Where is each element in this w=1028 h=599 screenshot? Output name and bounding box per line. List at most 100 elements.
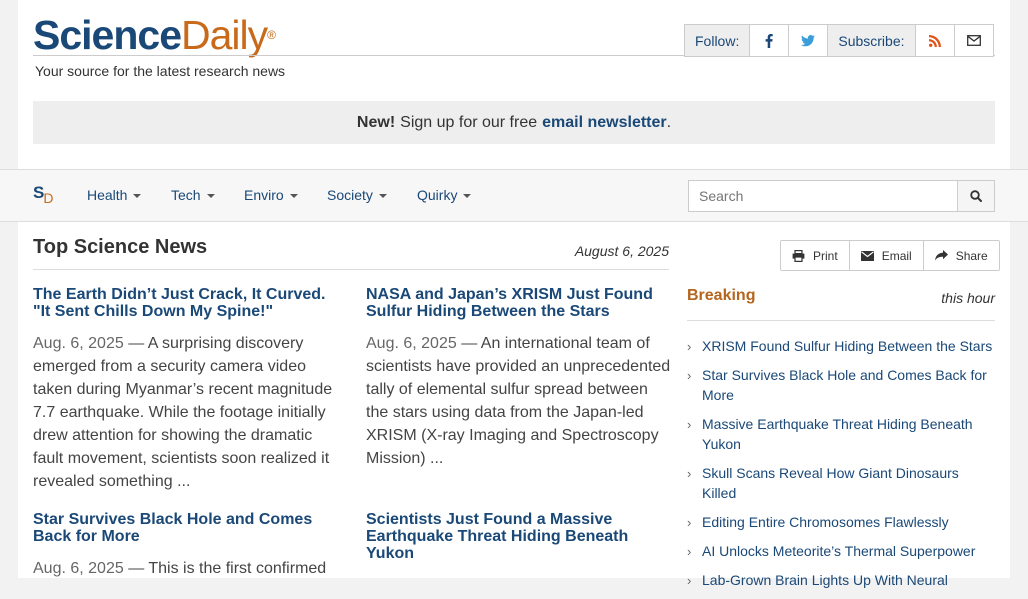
facebook-icon — [765, 33, 774, 48]
print-label: Print — [813, 248, 838, 263]
story-separator: — — [456, 335, 481, 352]
print-button[interactable]: Print — [781, 241, 850, 270]
breaking-link[interactable]: Massive Earthquake Threat Hiding Beneath… — [702, 416, 973, 452]
story-title-link[interactable]: The Earth Didn’t Just Crack, It Curved. … — [33, 286, 338, 320]
section-title: Top Science News — [33, 236, 208, 258]
share-button[interactable]: Share — [923, 241, 999, 270]
sciencedaily-logo[interactable]: ScienceDaily® — [33, 12, 276, 58]
email-label: Email — [881, 248, 912, 263]
breaking-link[interactable]: Skull Scans Reveal How Giant Dinosaurs K… — [702, 465, 959, 501]
section-divider — [33, 269, 669, 270]
envelope-icon — [966, 35, 981, 46]
list-item: › Lab-Grown Brain Lights Up With Neural — [687, 570, 995, 590]
facebook-button[interactable] — [750, 25, 790, 56]
breaking-title: Breaking — [687, 287, 756, 304]
story-summary: Aug. 6, 2025 — This is the first confirm… — [33, 557, 338, 580]
nav-enviro-label: Enviro — [244, 187, 284, 203]
email-share-button[interactable]: Email — [849, 241, 924, 270]
rss-icon — [928, 34, 941, 47]
breaking-link[interactable]: Lab-Grown Brain Lights Up With Neural — [702, 572, 948, 588]
main-navbar: SD Health Tech Enviro Society Quirky — [0, 169, 1028, 222]
story-separator: — — [123, 560, 149, 577]
story-card: Star Survives Black Hole and Comes Back … — [33, 511, 338, 580]
newsletter-link[interactable]: email newsletter — [542, 114, 667, 132]
chevron-right-icon: › — [687, 339, 692, 354]
breaking-link[interactable]: Star Survives Black Hole and Comes Back … — [702, 367, 987, 403]
list-item: › Massive Earthquake Threat Hiding Beneat… — [687, 414, 995, 454]
story-summary: Aug. 6, 2025 — A surprising discovery em… — [33, 332, 338, 493]
newsletter-text: Sign up for our free — [400, 113, 538, 131]
search-button[interactable] — [957, 180, 995, 212]
breaking-list: › XRISM Found Sulfur Hiding Between the S… — [687, 336, 995, 599]
chevron-down-icon — [378, 194, 387, 199]
story-date: Aug. 6, 2025 — [33, 335, 124, 352]
nav-health[interactable]: Health — [87, 187, 142, 203]
chevron-down-icon — [463, 194, 472, 199]
nav-health-label: Health — [87, 187, 128, 203]
chevron-down-icon — [133, 194, 142, 199]
newsletter-banner: New! Sign up for our free email newslett… — [33, 101, 995, 144]
envelope-icon — [860, 250, 874, 261]
email-subscribe-button[interactable] — [955, 25, 993, 56]
list-item: › Skull Scans Reveal How Giant Dinosaurs … — [687, 463, 995, 503]
search-input[interactable] — [688, 180, 958, 212]
chevron-right-icon: › — [687, 368, 692, 383]
story-title-link[interactable]: NASA and Japan’s XRISM Just Found Sulfur… — [366, 286, 671, 320]
list-item: › Editing Entire Chromosomes Flawlessly — [687, 512, 995, 532]
logo-science: Science — [33, 12, 182, 58]
nav-quirky-label: Quirky — [417, 187, 458, 203]
tagline: Your source for the latest research news — [35, 63, 286, 79]
list-item: › Star Survives Black Hole and Comes Back… — [687, 365, 995, 405]
logo-registered: ® — [267, 28, 276, 42]
list-item: › AI Unlocks Meteorite’s Thermal Superpow… — [687, 541, 995, 561]
breaking-link[interactable]: XRISM Found Sulfur Hiding Between the St… — [702, 338, 992, 354]
list-item: › XRISM Found Sulfur Hiding Between the S… — [687, 336, 995, 356]
subscribe-label: Subscribe: — [828, 25, 916, 56]
story-text: A surprising discovery emerged from a se… — [33, 335, 333, 490]
chevron-down-icon — [206, 194, 215, 199]
twitter-button[interactable] — [789, 25, 829, 56]
sd-home-logo[interactable]: SD — [33, 183, 54, 206]
newsletter-new-label: New! — [356, 113, 396, 131]
chevron-right-icon: › — [687, 544, 692, 559]
logo-daily: Daily — [181, 12, 268, 58]
story-separator: — — [123, 335, 148, 352]
story-card: NASA and Japan’s XRISM Just Found Sulfur… — [366, 286, 671, 470]
share-toolbar: Print Email Share — [780, 240, 1000, 271]
chevron-down-icon — [289, 194, 298, 199]
story-summary: Aug. 6, 2025 — An international team of … — [366, 332, 671, 470]
follow-label: Follow: — [685, 25, 751, 56]
follow-subscribe-bar: Follow: Subscribe: — [684, 24, 994, 57]
chevron-right-icon: › — [687, 466, 692, 481]
story-text: This is the first confirmed — [148, 560, 327, 577]
breaking-link[interactable]: AI Unlocks Meteorite’s Thermal Superpowe… — [702, 543, 975, 559]
twitter-icon — [801, 34, 816, 46]
breaking-subtitle: this hour — [941, 290, 995, 306]
story-date: Aug. 6, 2025 — [366, 335, 457, 352]
nav-quirky[interactable]: Quirky — [417, 187, 472, 203]
section-date: August 6, 2025 — [574, 243, 669, 259]
nav-society[interactable]: Society — [327, 187, 387, 203]
breaking-link[interactable]: Editing Entire Chromosomes Flawlessly — [702, 514, 949, 530]
breaking-divider — [687, 320, 995, 321]
chevron-right-icon: › — [687, 573, 692, 588]
nav-society-label: Society — [327, 187, 373, 203]
rss-button[interactable] — [916, 25, 955, 56]
nav-enviro[interactable]: Enviro — [244, 187, 298, 203]
search-icon — [970, 190, 982, 202]
nav-tech-label: Tech — [171, 187, 201, 203]
share-label: Share — [955, 248, 988, 263]
chevron-right-icon: › — [687, 515, 692, 530]
story-text: An international team of scientists have… — [366, 335, 671, 467]
story-date: Aug. 6, 2025 — [33, 560, 124, 577]
story-title-link[interactable]: Star Survives Black Hole and Comes Back … — [33, 511, 338, 545]
share-icon — [934, 250, 948, 261]
newsletter-period: . — [666, 113, 672, 131]
story-card: Scientists Just Found a Massive Earthqua… — [366, 511, 671, 562]
sd-mark-d: D — [43, 190, 54, 206]
story-title-link[interactable]: Scientists Just Found a Massive Earthqua… — [366, 511, 671, 562]
story-card: The Earth Didn’t Just Crack, It Curved. … — [33, 286, 338, 493]
nav-tech[interactable]: Tech — [171, 187, 215, 203]
printer-icon — [792, 249, 805, 262]
chevron-right-icon: › — [687, 417, 692, 432]
